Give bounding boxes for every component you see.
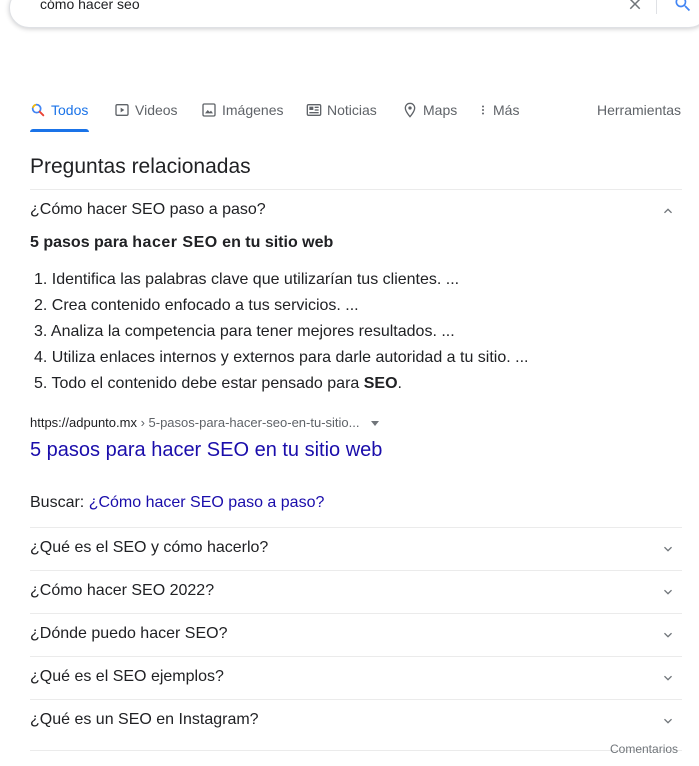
paa-question[interactable]: ¿Qué es un SEO en Instagram? bbox=[30, 700, 682, 742]
question-text: ¿Cómo hacer SEO 2022? bbox=[30, 582, 215, 599]
tools-button[interactable]: Herramientas bbox=[597, 102, 681, 118]
cite-domain: https://adpunto.mx bbox=[30, 415, 137, 430]
result-citation: https://adpunto.mx › 5-pasos-para-hacer-… bbox=[30, 415, 380, 430]
chevron-down-icon bbox=[664, 632, 672, 638]
search-bar: cómo hacer seo bbox=[9, 0, 699, 28]
search-suggestion: Buscar: ¿Cómo hacer SEO paso a paso? bbox=[30, 494, 324, 512]
search-suggestion-link[interactable]: ¿Cómo hacer SEO paso a paso? bbox=[89, 494, 325, 511]
search-icon[interactable] bbox=[673, 0, 693, 14]
chevron-up-icon bbox=[664, 208, 672, 214]
paa-question[interactable]: ¿Qué es el SEO ejemplos? bbox=[30, 657, 682, 699]
image-icon bbox=[202, 103, 216, 117]
question-text: ¿Cómo hacer SEO paso a paso? bbox=[30, 201, 266, 218]
clear-icon[interactable] bbox=[626, 0, 644, 13]
tab-todos[interactable]: Todos bbox=[30, 102, 88, 118]
tab-noticias[interactable]: Noticias bbox=[306, 102, 377, 118]
search-input[interactable]: cómo hacer seo bbox=[40, 0, 140, 12]
tab-label: Videos bbox=[135, 102, 178, 118]
paa-question[interactable]: ¿Dónde puedo hacer SEO? bbox=[30, 614, 682, 656]
tab-label: Noticias bbox=[327, 102, 377, 118]
tab-label: Imágenes bbox=[222, 102, 284, 118]
question-text: ¿Qué es un SEO en Instagram? bbox=[30, 711, 259, 728]
question-text: ¿Qué es el SEO ejemplos? bbox=[30, 668, 224, 685]
tab-videos[interactable]: Videos bbox=[114, 102, 178, 118]
tab-label: Más bbox=[493, 102, 520, 118]
cite-path: › 5-pasos-para-hacer-seo-en-tu-sitio... bbox=[136, 415, 360, 430]
search-tabs: Todos Videos Imágenes Noticias Maps Más … bbox=[0, 98, 699, 132]
feedback-link[interactable]: Comentarios bbox=[610, 742, 678, 756]
tab-maps[interactable]: Maps bbox=[402, 102, 457, 118]
chevron-down-icon bbox=[664, 589, 672, 595]
answer-step: 3. Analiza la competencia para tener mej… bbox=[34, 323, 455, 340]
news-icon bbox=[306, 104, 322, 116]
tab-label: Todos bbox=[51, 102, 89, 118]
tab-imagenes[interactable]: Imágenes bbox=[201, 102, 283, 118]
question-text: ¿Dónde puedo hacer SEO? bbox=[30, 625, 228, 642]
paa-question[interactable]: ¿Cómo hacer SEO 2022? bbox=[30, 571, 682, 613]
search-suggestion-prefix: Buscar: bbox=[30, 494, 89, 511]
result-title-link[interactable]: 5 pasos para hacer SEO en tu sitio web bbox=[30, 439, 382, 462]
chevron-down-icon bbox=[664, 546, 672, 552]
caret-down-icon[interactable] bbox=[371, 421, 380, 427]
answer-step: 2. Crea contenido enfocado a tus servici… bbox=[34, 297, 359, 314]
tab-label: Maps bbox=[423, 102, 458, 118]
divider bbox=[30, 750, 682, 751]
paa-title: Preguntas relacionadas bbox=[30, 155, 251, 178]
paa-question-expanded[interactable]: ¿Cómo hacer SEO paso a paso? bbox=[30, 190, 682, 232]
play-icon bbox=[115, 104, 129, 116]
answer-step: 4. Utiliza enlaces internos y externos p… bbox=[34, 349, 529, 366]
chevron-down-icon bbox=[664, 718, 672, 724]
answer-step: 1. Identifica las palabras clave que uti… bbox=[34, 271, 460, 288]
answer-step: 5. Todo el contenido debe estar pensado … bbox=[34, 375, 402, 392]
more-vert-icon bbox=[482, 105, 484, 115]
active-tab-indicator bbox=[30, 129, 89, 132]
search-divider bbox=[656, 0, 657, 14]
answer-heading: 5 pasos para hacer SEO en tu sitio web bbox=[30, 234, 334, 251]
chevron-down-icon bbox=[664, 675, 672, 681]
paa-question[interactable]: ¿Qué es el SEO y cómo hacerlo? bbox=[30, 528, 682, 570]
answer-steps: 1. Identifica las palabras clave que uti… bbox=[34, 267, 528, 397]
search-icon bbox=[31, 103, 45, 117]
question-text: ¿Qué es el SEO y cómo hacerlo? bbox=[30, 539, 269, 556]
map-pin-icon bbox=[404, 102, 416, 118]
tab-mas[interactable]: Más bbox=[477, 102, 519, 118]
